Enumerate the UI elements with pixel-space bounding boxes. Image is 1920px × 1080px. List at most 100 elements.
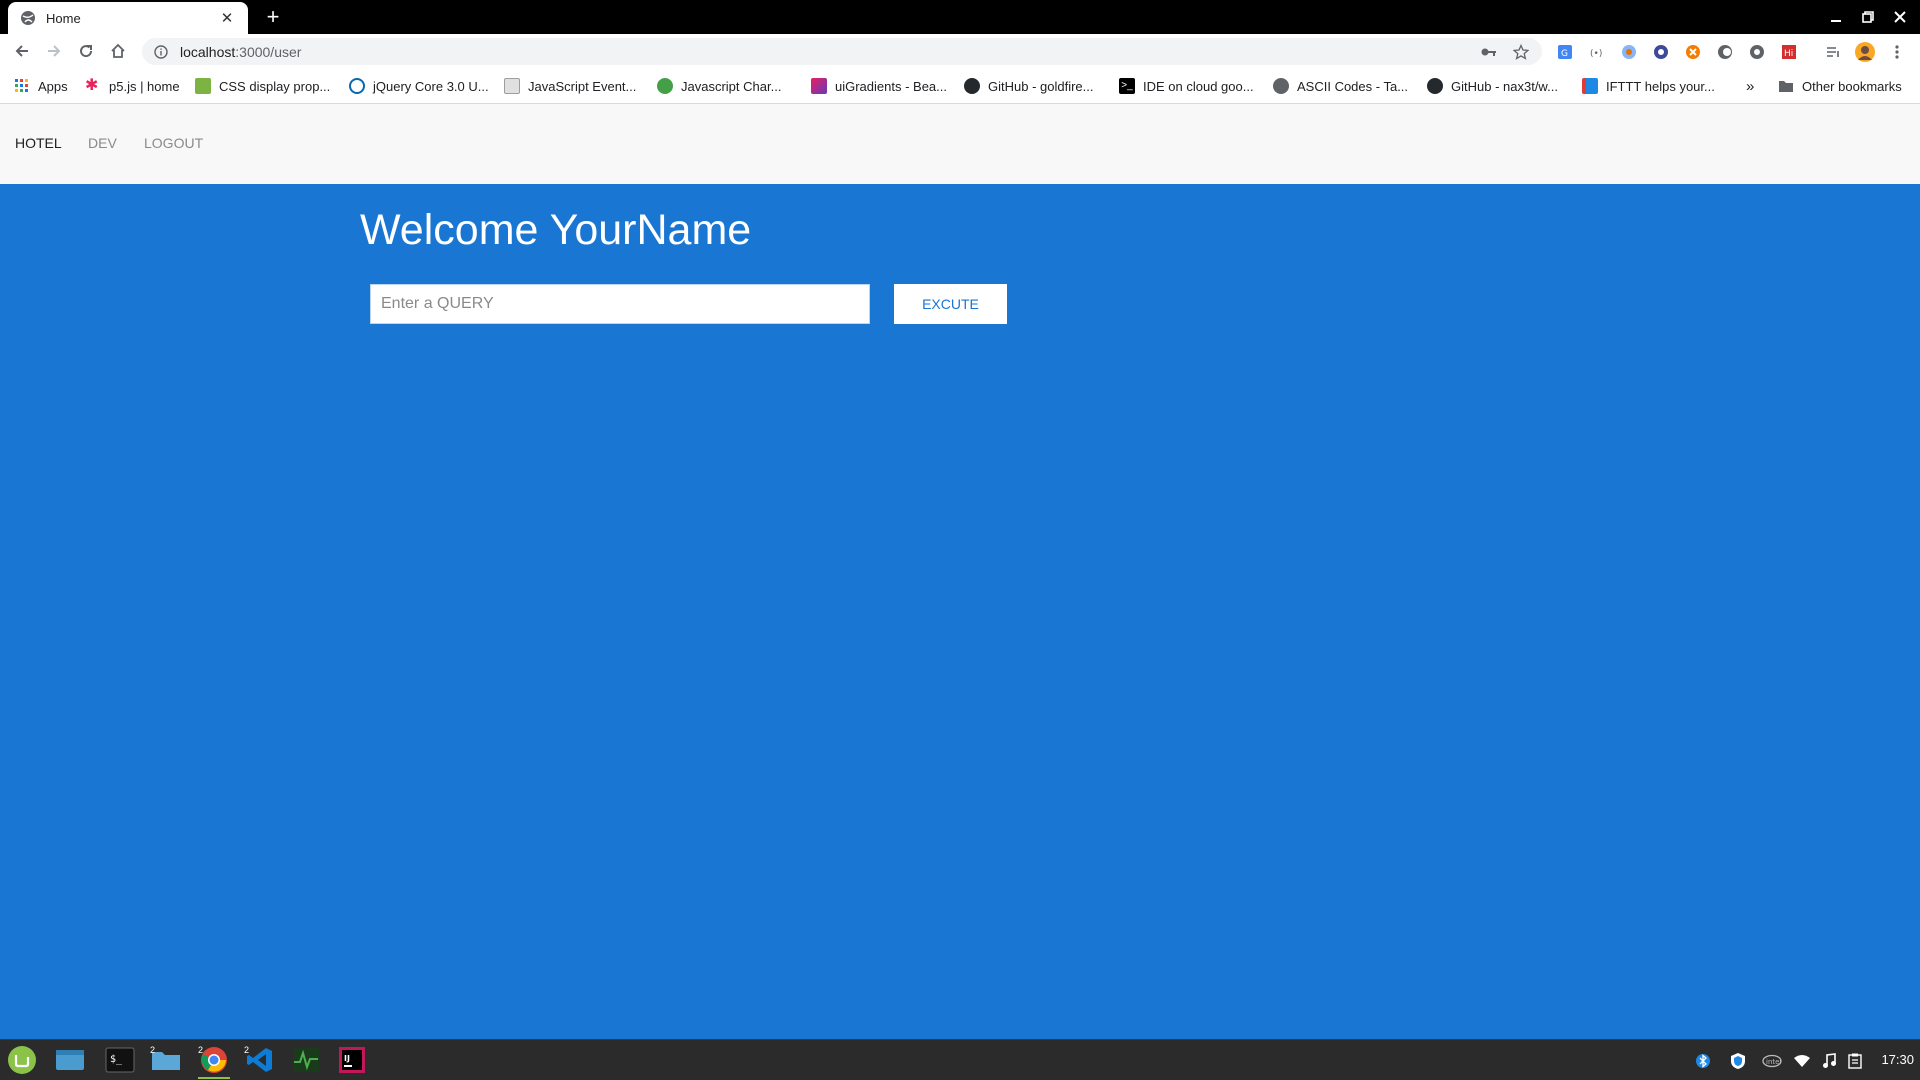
- window-count-badge: 2: [150, 1045, 156, 1055]
- folder-icon[interactable]: 2: [146, 1044, 186, 1076]
- key-icon[interactable]: [1478, 41, 1500, 63]
- github-icon: [964, 78, 980, 94]
- address-bar[interactable]: localhost:3000/user: [142, 38, 1542, 65]
- close-window-button[interactable]: [1888, 6, 1912, 28]
- extension-icon[interactable]: [1619, 42, 1639, 62]
- ifttt-icon: [1582, 78, 1598, 94]
- bookmark-label: p5.js | home: [109, 78, 180, 94]
- menu-kebab-icon[interactable]: [1887, 42, 1907, 62]
- avatar[interactable]: [1855, 42, 1875, 62]
- url-path: :3000/user: [235, 43, 302, 60]
- url-text: localhost:3000/user: [180, 44, 1478, 60]
- main-content: Welcome YourName EXCUTE: [0, 184, 1920, 1039]
- nav-logout[interactable]: LOGOUT: [144, 135, 203, 151]
- intel-icon[interactable]: intel: [1762, 1051, 1782, 1071]
- bookmark-item[interactable]: uiGradients - Bea...: [811, 76, 947, 96]
- jquery-icon: [349, 78, 365, 94]
- info-icon[interactable]: [154, 44, 168, 59]
- home-button[interactable]: [105, 39, 131, 63]
- terminal-icon: >_: [1119, 78, 1135, 94]
- vscode-icon[interactable]: 2: [240, 1044, 280, 1076]
- mint-menu-icon[interactable]: [2, 1044, 42, 1076]
- extension-icon[interactable]: [1715, 42, 1735, 62]
- chart-icon: [657, 78, 673, 94]
- bookmark-label: jQuery Core 3.0 U...: [373, 78, 489, 94]
- translate-extension-icon[interactable]: G: [1555, 42, 1575, 62]
- extension-icon[interactable]: (•): [1587, 42, 1607, 62]
- other-bookmarks[interactable]: Other bookmarks: [1778, 76, 1902, 96]
- bookmark-item[interactable]: Javascript Char...: [657, 76, 781, 96]
- os-taskbar: $_ 2 2 2 IJ intel 17:30: [0, 1039, 1920, 1080]
- svg-text:$_: $_: [110, 1054, 123, 1065]
- close-icon: [1894, 11, 1906, 23]
- new-tab-button[interactable]: +: [260, 5, 286, 29]
- globe-icon: [21, 11, 35, 25]
- app-navbar: HOTEL DEV LOGOUT: [0, 104, 1920, 184]
- system-monitor-icon[interactable]: [286, 1044, 326, 1076]
- bookmark-label: IFTTT helps your...: [1606, 78, 1715, 94]
- execute-button[interactable]: EXCUTE: [894, 284, 1007, 324]
- wifi-icon[interactable]: [1792, 1051, 1812, 1071]
- bookmark-label: Apps: [38, 78, 68, 94]
- bookmark-label: JavaScript Event...: [528, 78, 637, 94]
- nav-dev[interactable]: DEV: [88, 135, 117, 151]
- svg-text:Hi: Hi: [1784, 49, 1793, 59]
- extension-icon[interactable]: [1651, 42, 1671, 62]
- back-button[interactable]: [9, 39, 35, 63]
- svg-text:G: G: [1561, 49, 1568, 59]
- window-count-badge: 2: [198, 1045, 204, 1055]
- media-queue-icon[interactable]: [1823, 42, 1843, 62]
- browser-toolbar: localhost:3000/user G (•) Hi: [0, 34, 1920, 68]
- extension-icon[interactable]: Hi: [1779, 42, 1799, 62]
- folder-icon: [1779, 81, 1793, 92]
- bookmark-item[interactable]: ✱ p5.js | home: [85, 76, 180, 96]
- forward-arrow-icon: [48, 45, 61, 57]
- tab-title: Home: [46, 10, 81, 26]
- bookmark-item[interactable]: GitHub - nax3t/w...: [1427, 76, 1558, 96]
- files-icon[interactable]: [50, 1044, 90, 1076]
- bookmark-label: IDE on cloud goo...: [1143, 78, 1254, 94]
- bookmarks-bar: Apps ✱ p5.js | home CSS display prop... …: [0, 68, 1920, 104]
- p5-star-icon: ✱: [85, 77, 99, 94]
- bookmark-item[interactable]: >_ IDE on cloud goo...: [1119, 76, 1254, 96]
- bookmark-label: GitHub - goldfire...: [988, 78, 1094, 94]
- chrome-icon[interactable]: 2: [194, 1044, 234, 1079]
- browser-tab[interactable]: Home ✕: [8, 2, 248, 34]
- music-icon[interactable]: [1819, 1051, 1839, 1071]
- bookmark-label: Javascript Char...: [681, 78, 782, 94]
- bluetooth-icon[interactable]: [1693, 1051, 1713, 1071]
- url-host: localhost: [180, 43, 236, 60]
- bookmark-item[interactable]: jQuery Core 3.0 U...: [349, 76, 489, 96]
- clipboard-icon[interactable]: [1845, 1051, 1865, 1071]
- bookmark-label: CSS display prop...: [219, 78, 331, 94]
- svg-text:intel: intel: [1766, 1058, 1781, 1066]
- terminal-icon[interactable]: $_: [100, 1044, 140, 1076]
- minimize-button[interactable]: [1824, 6, 1848, 28]
- bookmark-item[interactable]: ASCII Codes - Ta...: [1273, 76, 1408, 96]
- bookmark-item[interactable]: CSS display prop...: [195, 76, 330, 96]
- query-input[interactable]: [370, 284, 870, 324]
- bookmark-item[interactable]: GitHub - goldfire...: [964, 76, 1094, 96]
- close-tab-icon[interactable]: ✕: [218, 9, 236, 27]
- restore-icon: [1862, 11, 1874, 23]
- extension-icon[interactable]: [1683, 42, 1703, 62]
- intellij-icon[interactable]: IJ: [332, 1044, 372, 1076]
- bookmark-label: GitHub - nax3t/w...: [1451, 78, 1558, 94]
- bookmarks-overflow-button[interactable]: »: [1746, 76, 1754, 96]
- bookmark-label: uiGradients - Bea...: [835, 78, 947, 94]
- bookmark-item[interactable]: IFTTT helps your...: [1582, 76, 1715, 96]
- nav-hotel[interactable]: HOTEL: [15, 135, 62, 151]
- clock: 17:30: [1881, 1052, 1914, 1067]
- other-bookmarks-label: Other bookmarks: [1802, 78, 1902, 94]
- bookmark-item[interactable]: JavaScript Event...: [504, 76, 636, 96]
- bookmark-label: ASCII Codes - Ta...: [1297, 78, 1409, 94]
- bookmark-star-icon[interactable]: [1510, 41, 1532, 63]
- reload-button[interactable]: [73, 39, 99, 63]
- bookmark-apps[interactable]: Apps: [14, 76, 68, 96]
- forward-button[interactable]: [41, 39, 67, 63]
- back-arrow-icon: [15, 45, 28, 57]
- github-icon: [1427, 78, 1443, 94]
- shield-icon[interactable]: [1728, 1051, 1748, 1071]
- extension-icon[interactable]: [1747, 42, 1767, 62]
- restore-button[interactable]: [1856, 6, 1880, 28]
